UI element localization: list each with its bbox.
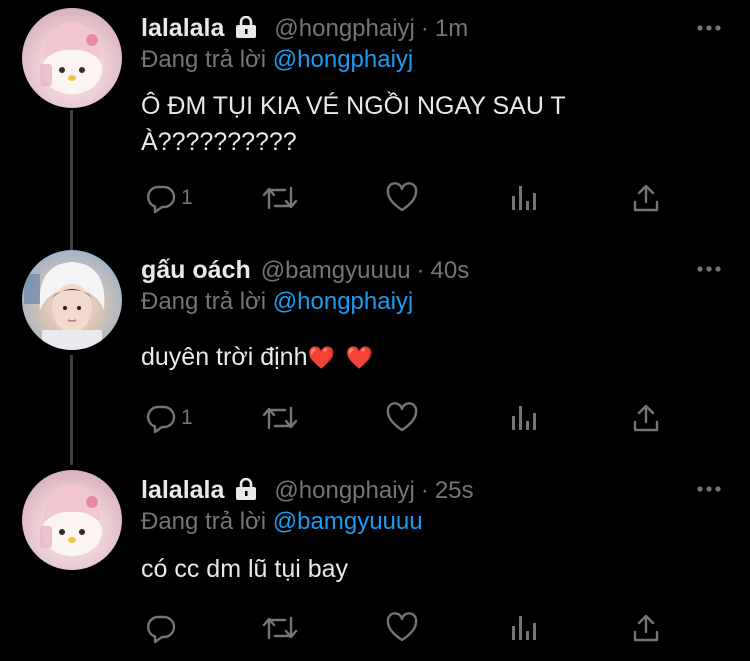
- separator: ·: [420, 477, 429, 504]
- reply-button[interactable]: [145, 610, 181, 646]
- analytics-icon: [512, 186, 536, 210]
- share-icon: [633, 614, 659, 642]
- like-button[interactable]: [385, 400, 419, 436]
- reply-button[interactable]: 1: [145, 180, 193, 216]
- replying-to: Đang trả lời @hongphaiyj: [141, 46, 413, 74]
- reply-mention[interactable]: @hongphaiyj: [273, 46, 413, 73]
- like-button[interactable]: [385, 180, 419, 216]
- avatar[interactable]: [22, 250, 122, 350]
- reply-mention[interactable]: @bamgyuuuu: [273, 508, 423, 535]
- handle[interactable]: @hongphaiyj: [274, 15, 414, 43]
- display-name[interactable]: lalalala: [141, 14, 224, 43]
- tweet-text: có cc dm lũ tụi bay: [141, 551, 721, 587]
- replying-to-label: Đang trả lời: [141, 46, 267, 73]
- thread-line: [70, 355, 73, 465]
- analytics-button[interactable]: [509, 180, 539, 216]
- like-icon: [386, 402, 418, 432]
- tweet-text-line: À??????????: [141, 128, 297, 156]
- share-icon: [633, 184, 659, 212]
- heart-emoji: ❤️: [345, 345, 374, 370]
- reply-button[interactable]: 1: [145, 400, 193, 436]
- analytics-button[interactable]: [509, 610, 539, 646]
- reply-icon: [146, 185, 176, 214]
- retweet-button[interactable]: [261, 180, 299, 216]
- my-melody-avatar-icon: [40, 484, 102, 556]
- lock-icon: [236, 478, 257, 500]
- timestamp[interactable]: 25s: [435, 477, 474, 505]
- share-button[interactable]: [631, 610, 661, 646]
- retweet-button[interactable]: [261, 610, 299, 646]
- analytics-icon: [512, 406, 536, 430]
- tweet-header: lalalala @hongphaiyj · 25s: [141, 476, 474, 505]
- my-melody-avatar-icon: [40, 22, 102, 94]
- avatar[interactable]: [22, 470, 122, 570]
- action-bar: 1: [141, 180, 681, 216]
- reply-mention[interactable]: @hongphaiyj: [273, 288, 413, 315]
- separator: ·: [416, 257, 425, 284]
- more-icon[interactable]: [696, 484, 722, 494]
- more-icon[interactable]: [696, 264, 722, 274]
- like-button[interactable]: [385, 610, 419, 646]
- analytics-icon: [512, 616, 536, 640]
- tweet-header: gấu oách @bamgyuuuu · 40s: [141, 256, 469, 285]
- share-button[interactable]: [631, 180, 661, 216]
- tweet-text: duyên trời định❤️ ❤️: [141, 339, 721, 376]
- handle[interactable]: @bamgyuuuu: [261, 257, 411, 285]
- tweet-text: Ô ĐM TỤI KIA VÉ NGỒI NGAY SAU T À???????…: [141, 88, 721, 160]
- tweet-text-line: Ô ĐM TỤI KIA VÉ NGỒI NGAY SAU T: [141, 92, 566, 120]
- display-name[interactable]: gấu oách: [141, 256, 251, 285]
- action-bar: [141, 610, 681, 646]
- separator: ·: [420, 15, 429, 42]
- heart-emoji: ❤️: [307, 345, 335, 370]
- lock-icon: [236, 16, 257, 38]
- timestamp[interactable]: 1m: [435, 15, 468, 43]
- reply-icon: [146, 615, 176, 644]
- retweet-icon: [262, 616, 298, 640]
- replying-to-label: Đang trả lời: [141, 288, 267, 315]
- more-icon[interactable]: [696, 23, 722, 33]
- like-icon: [386, 182, 418, 212]
- tweet-text-line: có cc dm lũ tụi bay: [141, 555, 349, 583]
- timestamp[interactable]: 40s: [431, 257, 470, 285]
- reply-icon: [146, 405, 176, 434]
- replying-to: Đang trả lời @bamgyuuuu: [141, 508, 423, 536]
- boy-in-white-hood-avatar-icon: [24, 262, 105, 350]
- replying-to: Đang trả lời @hongphaiyj: [141, 288, 413, 316]
- action-bar: 1: [141, 400, 681, 436]
- like-icon: [386, 612, 418, 642]
- tweet-header: lalalala @hongphaiyj · 1m: [141, 14, 468, 43]
- display-name[interactable]: lalalala: [141, 476, 224, 505]
- reply-count: 1: [181, 186, 193, 209]
- retweet-icon: [262, 406, 298, 430]
- retweet-icon: [262, 186, 298, 210]
- analytics-button[interactable]: [509, 400, 539, 436]
- tweet-text-line: duyên trời định: [141, 343, 308, 371]
- avatar[interactable]: [22, 8, 122, 108]
- replying-to-label: Đang trả lời: [141, 508, 267, 535]
- thread-line: [70, 110, 73, 250]
- retweet-button[interactable]: [261, 400, 299, 436]
- share-button[interactable]: [631, 400, 661, 436]
- handle[interactable]: @hongphaiyj: [274, 477, 414, 505]
- share-icon: [633, 404, 659, 432]
- reply-count: 1: [181, 406, 193, 429]
